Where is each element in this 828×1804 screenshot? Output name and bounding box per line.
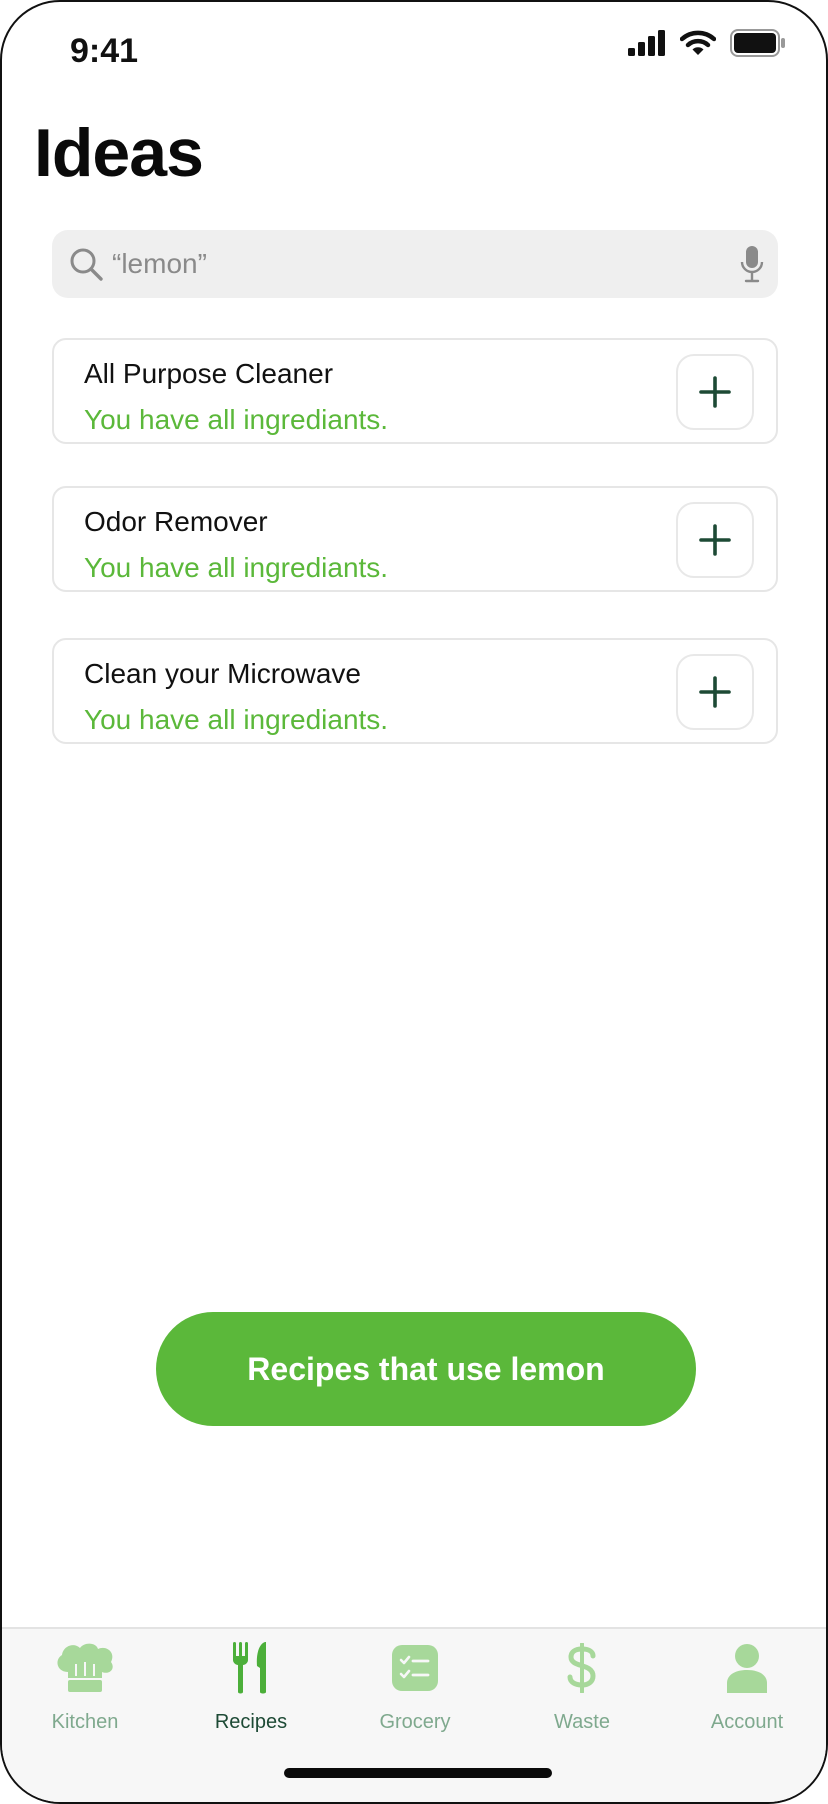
search-icon [70,248,103,281]
idea-title: Clean your Microwave [84,658,361,689]
idea-status: You have all ingrediants. [84,552,389,583]
idea-card[interactable]: All Purpose Cleaner You have all ingredi… [52,338,778,444]
wifi-icon [680,30,716,55]
tab-label: Waste [554,1711,610,1733]
chef-hat-icon [57,1643,113,1692]
plus-icon [699,676,731,708]
idea-title: Odor Remover [84,506,268,537]
plus-icon [699,376,731,408]
tab-label: Kitchen [51,1711,119,1733]
tab-label: Grocery [379,1711,451,1733]
tab-label: Account [710,1711,784,1733]
tab-recipes[interactable]: Recipes [186,1639,316,1749]
status-time: 9:41 [70,32,139,70]
checklist-icon [392,1645,438,1691]
battery-icon [730,29,785,57]
page-title: Ideas [34,115,204,191]
person-icon [727,1644,767,1693]
idea-status: You have all ingrediants. [84,704,389,735]
tab-label: Recipes [214,1711,288,1733]
add-button[interactable] [676,654,754,730]
search-bar[interactable] [52,230,778,298]
idea-status: You have all ingrediants. [84,404,389,435]
home-indicator [284,1768,552,1778]
tab-waste[interactable]: Waste [517,1639,647,1749]
idea-title: All Purpose Cleaner [84,358,334,389]
idea-card[interactable]: Clean your Microwave You have all ingred… [52,638,778,744]
dollar-icon [567,1643,596,1693]
search-input[interactable] [112,230,712,298]
microphone-icon[interactable] [740,245,764,283]
tab-kitchen[interactable]: Kitchen [20,1639,150,1749]
add-button[interactable] [676,502,754,578]
phone-frame: 9:41 Ideas “lemon” All Purpose Cleaner Y… [0,0,828,1804]
recipes-with-ingredient-button[interactable]: Recipes that use lemon [156,1312,696,1426]
fork-knife-icon [233,1642,266,1694]
idea-card[interactable]: Odor Remover You have all ingrediants. [52,486,778,592]
tab-grocery[interactable]: Grocery [350,1639,480,1749]
add-button[interactable] [676,354,754,430]
status-icons [628,28,786,58]
cellular-signal-icon [628,30,665,56]
tab-account[interactable]: Account [682,1639,812,1749]
plus-icon [699,524,731,556]
